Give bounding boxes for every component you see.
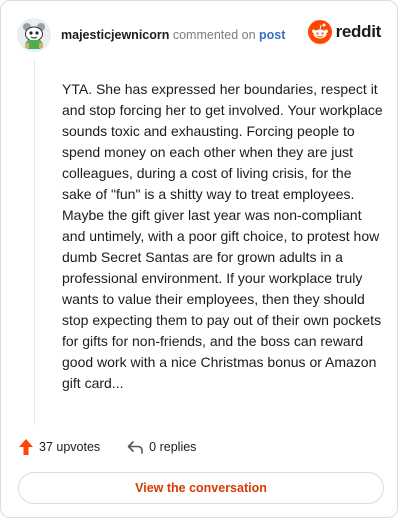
reddit-logo[interactable]: reddit — [307, 20, 382, 44]
reddit-logo-icon — [307, 20, 332, 44]
reply-count: 0 replies — [149, 440, 197, 454]
comment-card: majesticjewnicorn commented on post redd… — [0, 0, 398, 518]
upvote-count: 37 upvotes — [39, 440, 101, 454]
commented-on-text: commented on — [169, 28, 260, 42]
reply-button[interactable]: 0 replies — [126, 439, 196, 455]
reddit-wordmark: reddit — [335, 22, 382, 41]
avatar[interactable] — [17, 18, 51, 52]
reply-arrow-icon — [127, 441, 143, 454]
view-conversation-button[interactable]: View the conversation — [18, 472, 384, 504]
snoo-avatar-icon — [17, 18, 51, 52]
comment-body: YTA. She has expressed her boundaries, r… — [62, 81, 383, 391]
comment-actions: 37 upvotes 0 replies — [18, 438, 196, 456]
thread-line — [34, 59, 35, 425]
upvote-button[interactable]: 37 upvotes — [18, 438, 100, 456]
comment-header: majesticjewnicorn commented on post — [17, 17, 285, 53]
comment-meta: majesticjewnicorn commented on post — [61, 28, 285, 42]
post-link[interactable]: post — [259, 28, 285, 42]
upvote-arrow-icon — [19, 439, 33, 455]
username[interactable]: majesticjewnicorn — [61, 28, 169, 42]
